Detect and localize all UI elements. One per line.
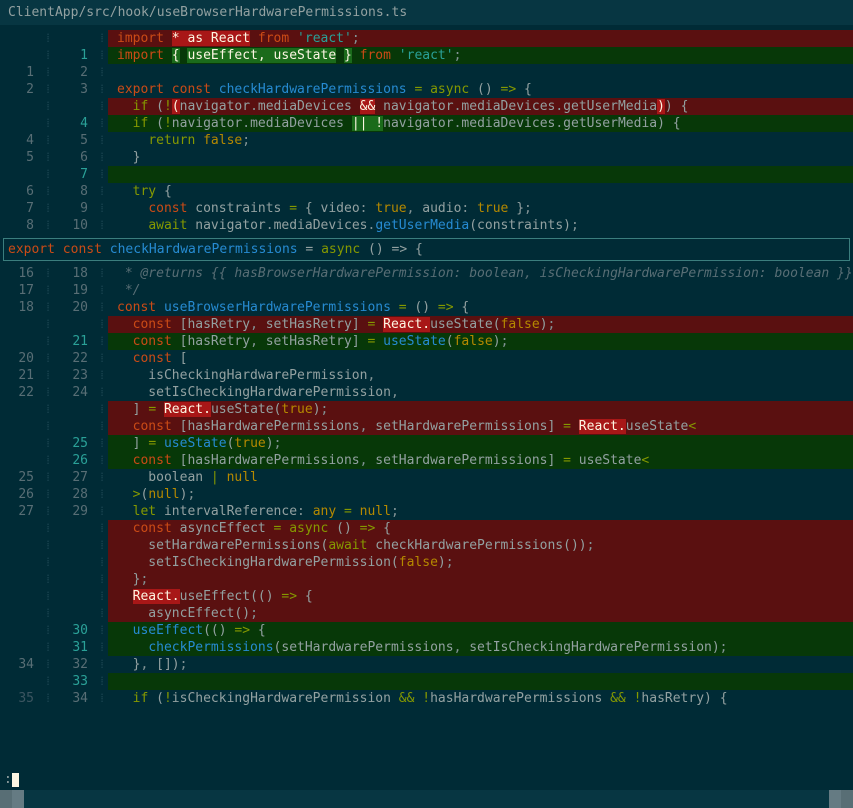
diff-line: ⁞25⁞ ] = useState(true); <box>0 435 853 452</box>
diff-line: ⁞⁞ const asyncEffect = async () => { <box>0 520 853 537</box>
command-line[interactable]: : <box>0 771 853 788</box>
diff-line: 34⁞32⁞ }, []); <box>0 656 853 673</box>
diff-line: 20⁞22⁞ const [ <box>0 350 853 367</box>
diff-line: ⁞⁞ asyncEffect(); <box>0 605 853 622</box>
diff-line: ⁞⁞ ] = React.useState(true); <box>0 401 853 418</box>
diff-line: ⁞31⁞ checkPermissions(setHardwarePermiss… <box>0 639 853 656</box>
text-cursor <box>12 773 19 787</box>
diff-line: ⁞⁞ }; <box>0 571 853 588</box>
diff-line: 5⁞6⁞ } <box>0 149 853 166</box>
diff-line: ⁞21⁞ const [hasRetry, setHasRetry] = use… <box>0 333 853 350</box>
diff-line: ⁞7⁞ <box>0 166 853 183</box>
diff-line: ⁞⁞ if (!(navigator.mediaDevices && navig… <box>0 98 853 115</box>
diff-line: 18⁞20⁞const useBrowserHardwarePermission… <box>0 299 853 316</box>
diff-line: 25⁞27⁞ boolean | null <box>0 469 853 486</box>
diff-line: ⁞1⁞import { useEffect, useState } from '… <box>0 47 853 64</box>
diff-line: 26⁞28⁞ >(null); <box>0 486 853 503</box>
editor-title: ClientApp/src/hook/useBrowserHardwarePer… <box>0 0 853 26</box>
diff-line: 35⁞34⁞ if (!isCheckingHardwarePermission… <box>0 690 853 707</box>
diff-line: 4⁞5⁞ return false; <box>0 132 853 149</box>
diff-line: 17⁞19⁞ */ <box>0 282 853 299</box>
diff-line: ⁞⁞ setHardwarePermissions(await checkHar… <box>0 537 853 554</box>
diff-line: ⁞⁞ setIsCheckingHardwarePermission(false… <box>0 554 853 571</box>
hunk-header: export const checkHardwarePermissions = … <box>3 238 850 261</box>
diff-line: 16⁞18⁞ * @returns {{ hasBrowserHardwareP… <box>0 265 853 282</box>
diff-line: 1⁞2⁞ <box>0 64 853 81</box>
diff-line: ⁞⁞ React.useEffect(() => { <box>0 588 853 605</box>
status-bar <box>0 790 853 808</box>
diff-line: 21⁞23⁞ isCheckingHardwarePermission, <box>0 367 853 384</box>
diff-view[interactable]: ⁞⁞import * as React from 'react';⁞1⁞impo… <box>0 26 853 707</box>
diff-line: ⁞26⁞ const [hasHardwarePermissions, setH… <box>0 452 853 469</box>
diff-line: 6⁞8⁞ try { <box>0 183 853 200</box>
diff-line: ⁞30⁞ useEffect(() => { <box>0 622 853 639</box>
diff-line: 27⁞29⁞ let intervalReference: any = null… <box>0 503 853 520</box>
diff-line: ⁞⁞ const [hasHardwarePermissions, setHar… <box>0 418 853 435</box>
diff-line: ⁞⁞ const [hasRetry, setHasRetry] = React… <box>0 316 853 333</box>
diff-line: 8⁞10⁞ await navigator.mediaDevices.getUs… <box>0 217 853 234</box>
diff-line: ⁞⁞import * as React from 'react'; <box>0 30 853 47</box>
diff-line: 22⁞24⁞ setIsCheckingHardwarePermission, <box>0 384 853 401</box>
diff-line: ⁞4⁞ if (!navigator.mediaDevices || !navi… <box>0 115 853 132</box>
diff-line: 2⁞3⁞export const checkHardwarePermission… <box>0 81 853 98</box>
diff-line: ⁞33⁞ <box>0 673 853 690</box>
diff-line: 7⁞9⁞ const constraints = { video: true, … <box>0 200 853 217</box>
